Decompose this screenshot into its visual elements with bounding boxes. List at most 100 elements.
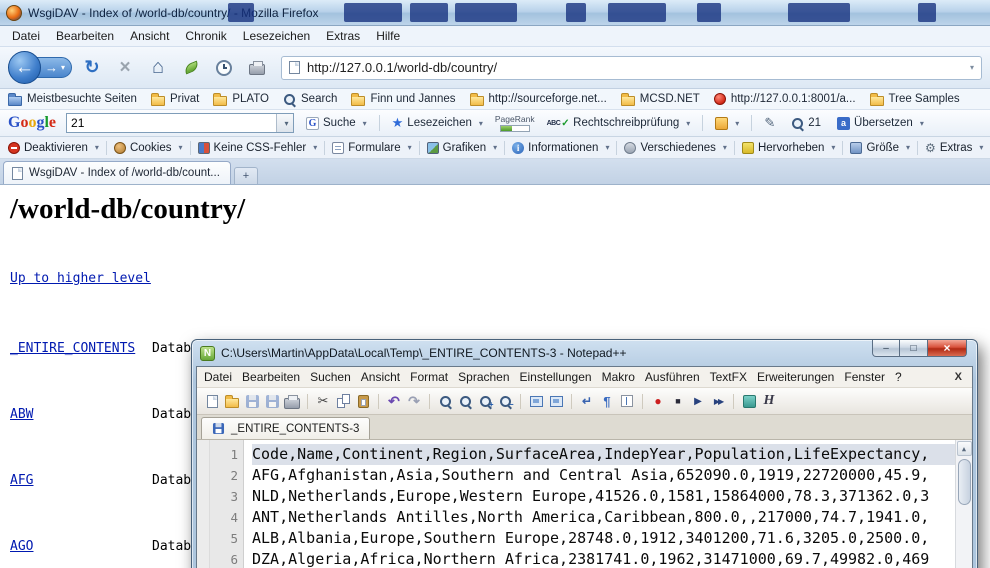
webdev-formulare[interactable]: Formulare▾: [332, 142, 411, 154]
text-area[interactable]: Code,Name,Continent,Region,SurfaceArea,I…: [244, 440, 955, 568]
webdev-deaktivieren[interactable]: Deaktivieren▾: [8, 142, 99, 154]
greasemonkey-button[interactable]: [178, 55, 204, 81]
bookmark-plato[interactable]: PLATO: [213, 93, 269, 106]
npp-menu-bearbeiten[interactable]: Bearbeiten: [237, 368, 305, 386]
google-search-input[interactable]: [67, 116, 276, 130]
show-all-characters-button[interactable]: ¶: [598, 392, 616, 410]
editor-area[interactable]: 1 2 3 4 5 6 Code,Name,Continent,Region,S…: [197, 440, 972, 568]
npp-menu-einstellungen[interactable]: Einstellungen: [515, 368, 597, 386]
edit-button[interactable]: ✎: [760, 113, 779, 133]
undo-button[interactable]: ↶: [385, 392, 403, 410]
webdev-informationen[interactable]: iInformationen▾: [512, 142, 609, 154]
webdev-hervorheben[interactable]: Hervorheben▾: [742, 142, 836, 154]
menu-extras[interactable]: Extras: [318, 27, 368, 45]
play-macro-button[interactable]: ▶: [689, 392, 707, 410]
document-tab[interactable]: _ENTIRE_CONTENTS-3: [201, 417, 370, 439]
webdev-css[interactable]: Keine CSS-Fehler▾: [198, 142, 318, 154]
webdev-groesse[interactable]: Größe▾: [850, 142, 910, 154]
pagerank-widget[interactable]: PageRank: [495, 114, 535, 132]
home-button[interactable]: ⌂: [145, 55, 171, 81]
run-macro-multiple-button[interactable]: ▶▶: [709, 392, 727, 410]
history-dropdown-icon[interactable]: ▾: [61, 63, 65, 72]
webdev-extras[interactable]: ⚙Extras▾: [925, 141, 983, 155]
vertical-scrollbar[interactable]: ▲: [955, 440, 972, 568]
menu-ansicht[interactable]: Ansicht: [122, 27, 177, 45]
url-dropdown-icon[interactable]: ▾: [970, 63, 974, 72]
zoom-in-button[interactable]: +: [476, 392, 494, 410]
bookmark-tree-samples[interactable]: Tree Samples: [870, 93, 960, 106]
reload-button[interactable]: ↻: [79, 55, 105, 81]
new-file-button[interactable]: [203, 392, 221, 410]
find-button[interactable]: [436, 392, 454, 410]
forward-button[interactable]: →: [45, 60, 58, 75]
bookmark-search[interactable]: Search: [283, 93, 337, 106]
webdev-grafiken[interactable]: Grafiken▾: [427, 142, 497, 154]
print-button-npp[interactable]: [283, 392, 301, 410]
record-macro-button[interactable]: ●: [649, 392, 667, 410]
function-list-button[interactable]: [740, 392, 758, 410]
stop-macro-button[interactable]: ■: [669, 392, 687, 410]
bookmark-privat[interactable]: Privat: [151, 93, 199, 106]
npp-menu-datei[interactable]: Datei: [199, 368, 237, 386]
tab-wsgidav[interactable]: WsgiDAV - Index of /world-db/count...: [3, 161, 231, 184]
copy-button[interactable]: [334, 392, 352, 410]
npp-menu-help[interactable]: ?: [890, 368, 907, 386]
word-wrap-button[interactable]: ↵: [578, 392, 596, 410]
spellcheck-button[interactable]: ABC✓Rechtschreibprüfung▾: [543, 115, 695, 132]
bookmark-meistbesuchte-seiten[interactable]: Meistbesuchte Seiten: [8, 93, 137, 106]
print-button[interactable]: [244, 55, 270, 81]
bookmark-localhost-8001[interactable]: http://127.0.0.1:8001/a...: [714, 93, 856, 105]
webdev-verschiedenes[interactable]: Verschiedenes▾: [624, 142, 726, 154]
indent-guide-button[interactable]: [618, 392, 636, 410]
up-to-higher-level-link[interactable]: Up to higher level: [10, 271, 151, 286]
replace-button[interactable]: [456, 392, 474, 410]
new-tab-button[interactable]: +: [234, 167, 258, 184]
autofill-button[interactable]: ▾: [711, 115, 743, 132]
npp-menu-erweiterungen[interactable]: Erweiterungen: [752, 368, 839, 386]
scrollbar-thumb[interactable]: [958, 459, 971, 505]
hex-editor-button[interactable]: H: [760, 392, 778, 410]
scroll-up-arrow[interactable]: ▲: [957, 441, 972, 456]
menu-lesezeichen[interactable]: Lesezeichen: [235, 27, 318, 45]
npp-menu-fenster[interactable]: Fenster: [839, 368, 890, 386]
history-sidebar-button[interactable]: [211, 55, 237, 81]
minimize-button[interactable]: –: [872, 340, 900, 357]
translate-button[interactable]: aÜbersetzen▾: [833, 115, 928, 132]
menu-bearbeiten[interactable]: Bearbeiten: [48, 27, 122, 45]
open-file-button[interactable]: [223, 392, 241, 410]
entry-link[interactable]: AGO: [10, 536, 152, 558]
google-bookmarks-button[interactable]: ★Lesezeichen▾: [388, 113, 487, 133]
npp-menu-sprachen[interactable]: Sprachen: [453, 368, 514, 386]
zoom-out-button[interactable]: −: [496, 392, 514, 410]
entry-link[interactable]: AFG: [10, 470, 152, 492]
notepad-titlebar[interactable]: N C:\Users\Martin\AppData\Local\Temp\_EN…: [196, 340, 973, 366]
bookmark-sourceforge[interactable]: http://sourceforge.net...: [470, 93, 607, 106]
npp-menu-ansicht[interactable]: Ansicht: [356, 368, 405, 386]
save-button[interactable]: [243, 392, 261, 410]
bookmark-mcsd-net[interactable]: MCSD.NET: [621, 93, 700, 106]
redo-button[interactable]: ↷: [405, 392, 423, 410]
entry-link[interactable]: ABW: [10, 404, 152, 426]
npp-menu-format[interactable]: Format: [405, 368, 453, 386]
google-search-button[interactable]: GSuche▾: [302, 115, 371, 132]
webdev-cookies[interactable]: Cookies▾: [114, 142, 183, 154]
back-button[interactable]: ←: [8, 51, 41, 84]
bookmark-finn-und-jannes[interactable]: Finn und Jannes: [351, 93, 455, 106]
npp-menu-makro[interactable]: Makro: [597, 368, 640, 386]
maximize-button[interactable]: □: [900, 340, 927, 357]
stop-button[interactable]: ×: [112, 55, 138, 81]
save-all-button[interactable]: [263, 392, 281, 410]
sync-vertical-button[interactable]: [527, 392, 545, 410]
close-button[interactable]: ×: [927, 340, 967, 357]
entry-link[interactable]: _ENTIRE_CONTENTS: [10, 338, 152, 360]
cut-button[interactable]: ✂: [314, 392, 332, 410]
npp-menu-close-button[interactable]: X: [947, 369, 970, 385]
sync-horizontal-button[interactable]: [547, 392, 565, 410]
npp-menu-ausfuehren[interactable]: Ausführen: [640, 368, 705, 386]
url-bar[interactable]: http://127.0.0.1/world-db/country/ ▾: [281, 56, 982, 80]
firefox-titlebar[interactable]: WsgiDAV - Index of /world-db/country/ - …: [0, 0, 990, 26]
menu-chronik[interactable]: Chronik: [177, 27, 234, 45]
menu-hilfe[interactable]: Hilfe: [368, 27, 408, 45]
npp-menu-suchen[interactable]: Suchen: [305, 368, 356, 386]
npp-menu-textfx[interactable]: TextFX: [705, 368, 752, 386]
